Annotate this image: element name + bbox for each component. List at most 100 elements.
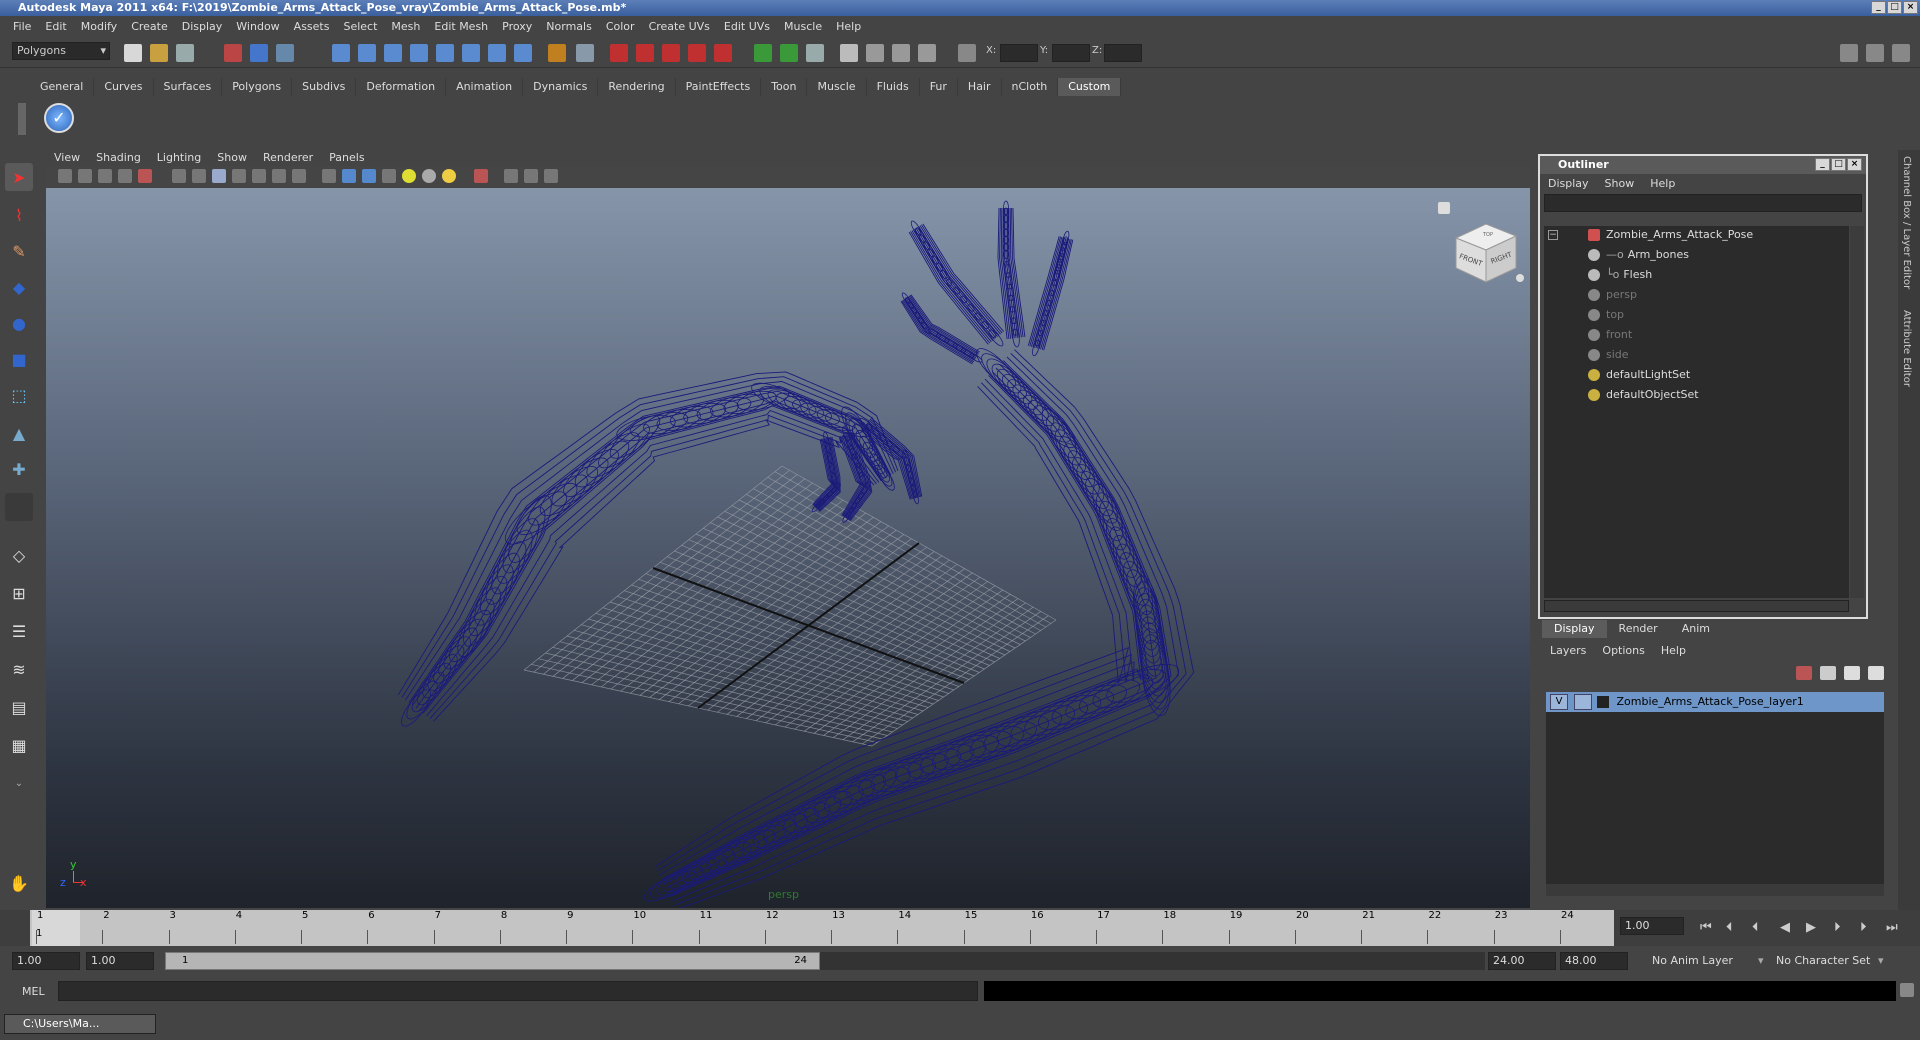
xray-components-icon[interactable] xyxy=(544,169,558,183)
layer-menu-layers[interactable]: Layers xyxy=(1542,642,1594,660)
wireframe-on-shaded-icon[interactable] xyxy=(362,169,376,183)
mask-rendering-icon[interactable] xyxy=(488,44,506,62)
select-hierarchy-icon[interactable] xyxy=(224,44,242,62)
menu-create-uvs[interactable]: Create UVs xyxy=(642,20,717,33)
outliner-horizontal-scrollbar[interactable] xyxy=(1544,600,1849,612)
outliner-menu-help[interactable]: Help xyxy=(1642,177,1683,190)
toggle-tool-settings-icon[interactable] xyxy=(1866,44,1884,62)
tab-deformation[interactable]: Deformation xyxy=(356,78,447,96)
tab-channel-box[interactable]: Channel Box / Layer Editor xyxy=(1901,156,1912,289)
mel-input[interactable] xyxy=(58,981,978,1001)
last-tool-icon[interactable] xyxy=(5,493,33,521)
layer-menu-help[interactable]: Help xyxy=(1653,642,1694,660)
camera-attributes-icon[interactable] xyxy=(78,169,92,183)
character-set-dropdown[interactable]: No Character Set xyxy=(1776,954,1870,967)
menu-create[interactable]: Create xyxy=(124,20,175,33)
soft-modification-icon[interactable]: ▲ xyxy=(5,419,33,447)
toggle-channel-box-icon[interactable] xyxy=(1892,44,1910,62)
lock-selection-icon[interactable] xyxy=(548,44,566,62)
mask-joints-icon[interactable] xyxy=(358,44,376,62)
new-scene-icon[interactable] xyxy=(124,44,142,62)
tab-custom[interactable]: Custom xyxy=(1058,78,1122,96)
tab-rendering[interactable]: Rendering xyxy=(598,78,676,96)
tab-general[interactable]: General xyxy=(30,78,95,96)
new-layer-icon[interactable] xyxy=(1844,666,1860,680)
view-cube[interactable]: TOP FRONT RIGHT xyxy=(1438,202,1526,290)
step-back-key-icon[interactable]: ⏴ xyxy=(1726,920,1733,935)
save-scene-icon[interactable] xyxy=(176,44,194,62)
layer-color-swatch[interactable] xyxy=(1597,696,1609,708)
step-forward-key-icon[interactable]: ⏵ xyxy=(1860,920,1867,935)
range-handle[interactable]: 1 24 xyxy=(165,952,820,970)
move-tool-icon[interactable]: ◆ xyxy=(5,273,33,301)
layer-horizontal-scrollbar[interactable] xyxy=(1546,884,1884,896)
bookmarks-icon[interactable] xyxy=(98,169,112,183)
menu-display[interactable]: Display xyxy=(175,20,230,33)
home-icon[interactable] xyxy=(1438,202,1450,214)
play-forwards-icon[interactable]: ▶ xyxy=(1806,920,1816,935)
smooth-shade-icon[interactable] xyxy=(342,169,356,183)
layout-chevron-icon[interactable]: ⌄ xyxy=(5,769,33,797)
select-object-icon[interactable] xyxy=(250,44,268,62)
resolution-gate-icon[interactable] xyxy=(252,169,266,183)
toggle-attribute-editor-icon[interactable] xyxy=(1840,44,1858,62)
outliner-item[interactable]: top xyxy=(1588,306,1624,324)
tab-attribute-editor[interactable]: Attribute Editor xyxy=(1901,310,1912,387)
mask-curves-icon[interactable] xyxy=(384,44,402,62)
timeline-bar[interactable]: 1 1 2 3 4 5 6 7 8 9 10 11 12 13 14 15 16 17 18 19 20 21 22 23 2… xyxy=(30,910,1614,946)
tab-muscle[interactable]: Muscle xyxy=(807,78,867,96)
anim-layer-dropdown[interactable]: No Anim Layer xyxy=(1652,954,1733,967)
minimize-button[interactable]: _ xyxy=(1871,1,1886,14)
safe-title-icon[interactable] xyxy=(232,169,246,183)
x-field[interactable] xyxy=(1000,44,1038,62)
text-texture-icon[interactable] xyxy=(292,169,306,183)
perspective-viewport[interactable]: TOP FRONT RIGHT y x z persp xyxy=(46,188,1530,908)
snap-grid-icon[interactable] xyxy=(610,44,628,62)
image-plane-icon[interactable] xyxy=(118,169,132,183)
hypershade-persp-layout-icon[interactable]: ▤ xyxy=(5,693,33,721)
tab-fluids[interactable]: Fluids xyxy=(867,78,920,96)
go-to-start-icon[interactable]: ⏮ xyxy=(1700,920,1712,935)
shadows-icon[interactable] xyxy=(422,169,436,183)
outliner-item[interactable]: side xyxy=(1588,346,1629,364)
field-chart-icon[interactable] xyxy=(192,169,206,183)
chevron-down-icon[interactable]: ▾ xyxy=(1758,954,1764,967)
layer-visibility-toggle[interactable]: V xyxy=(1550,694,1568,710)
snap-point-icon[interactable] xyxy=(662,44,680,62)
tab-hair[interactable]: Hair xyxy=(958,78,1002,96)
menu-select[interactable]: Select xyxy=(336,20,384,33)
tab-subdivs[interactable]: Subdivs xyxy=(292,78,357,96)
go-to-end-icon[interactable]: ⏭ xyxy=(1886,920,1898,935)
select-component-icon[interactable] xyxy=(276,44,294,62)
mask-deformations-icon[interactable] xyxy=(436,44,454,62)
outliner-search-input[interactable] xyxy=(1544,194,1862,212)
tab-toon[interactable]: Toon xyxy=(761,78,808,96)
highlight-selection-icon[interactable] xyxy=(576,44,594,62)
menu-proxy[interactable]: Proxy xyxy=(495,20,539,33)
grid-toggle-icon[interactable] xyxy=(172,169,186,183)
tab-dynamics[interactable]: Dynamics xyxy=(523,78,599,96)
outliner-menu-display[interactable]: Display xyxy=(1540,177,1597,190)
safe-action-icon[interactable] xyxy=(212,169,226,183)
gate-mask-icon[interactable] xyxy=(272,169,286,183)
menu-assets[interactable]: Assets xyxy=(287,20,337,33)
collapse-toggle-icon[interactable]: − xyxy=(1548,230,1558,240)
mask-handles-icon[interactable] xyxy=(332,44,350,62)
show-manipulator-icon[interactable]: ✚ xyxy=(5,455,33,483)
viewport-menu-panels[interactable]: Panels xyxy=(321,151,372,164)
open-scene-icon[interactable] xyxy=(150,44,168,62)
step-forward-frame-icon[interactable]: ⏵ xyxy=(1834,920,1841,935)
wireframe-icon[interactable] xyxy=(322,169,336,183)
playback-start-field[interactable]: 1.00 xyxy=(86,952,154,970)
isolate-select-icon[interactable] xyxy=(474,169,488,183)
outliner-persp-layout-icon[interactable]: ☰ xyxy=(5,617,33,645)
tab-polygons[interactable]: Polygons xyxy=(222,78,293,96)
menu-edit[interactable]: Edit xyxy=(38,20,73,33)
outliner-item[interactable]: —o Arm_bones xyxy=(1588,246,1689,264)
viewport-menu-shading[interactable]: Shading xyxy=(88,151,149,164)
outliner-item[interactable]: Zombie_Arms_Attack_Pose xyxy=(1588,226,1753,244)
menu-mesh[interactable]: Mesh xyxy=(384,20,427,33)
rotate-tool-icon[interactable]: ● xyxy=(5,309,33,337)
muscle-icon[interactable]: ✋ xyxy=(5,869,33,897)
construction-history-icon[interactable] xyxy=(806,44,824,62)
